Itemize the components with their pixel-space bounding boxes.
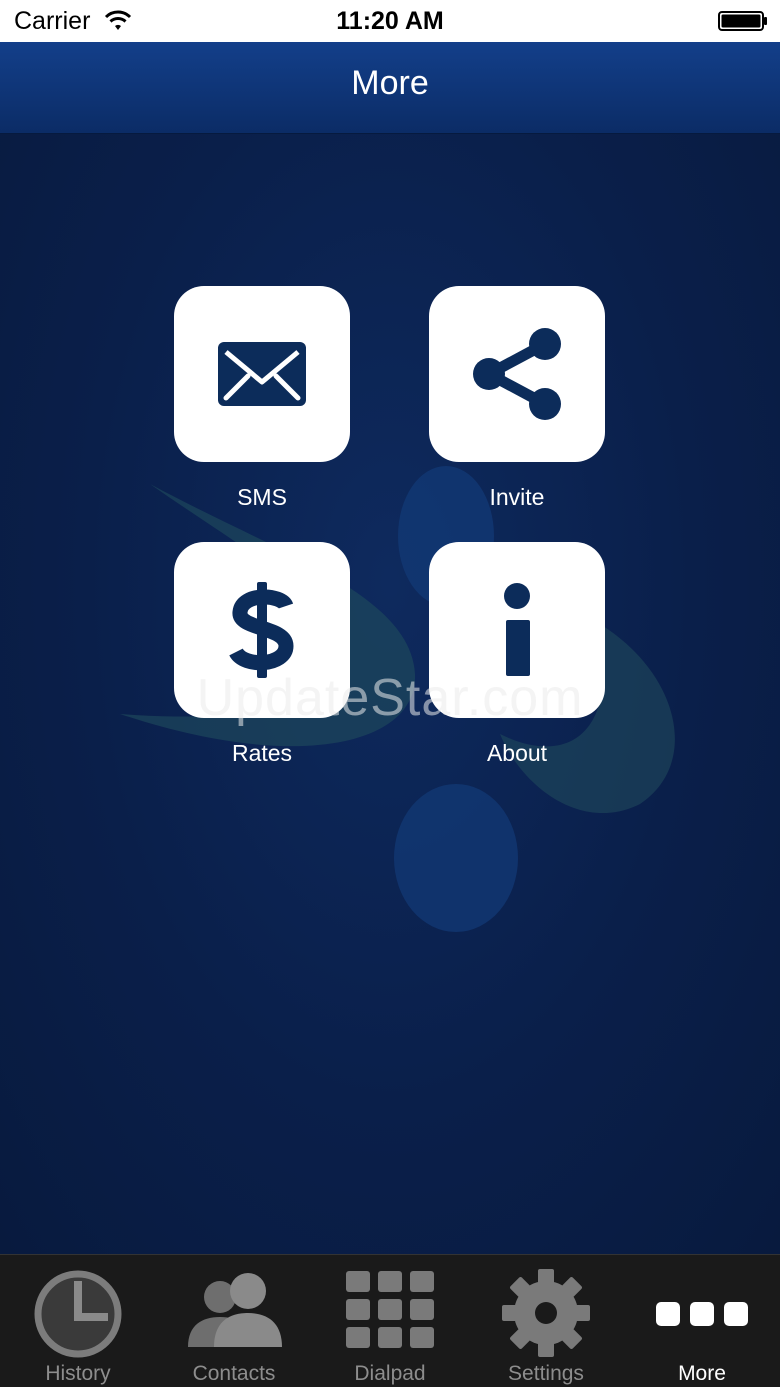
tab-settings[interactable]: Settings: [468, 1255, 624, 1387]
navigation-bar: More: [0, 42, 780, 134]
tab-history-label: History: [45, 1362, 111, 1385]
share-icon: [473, 328, 561, 420]
invite-label: Invite: [489, 484, 545, 510]
envelope-icon: [218, 342, 306, 406]
tab-history[interactable]: History: [0, 1255, 156, 1387]
status-bar: Carrier 11:20 AM: [0, 0, 780, 42]
dialpad-icon: [346, 1271, 434, 1348]
tab-contacts-label: Contacts: [192, 1362, 276, 1385]
app-screen: Carrier 11:20 AM More SMS Invite Rates A…: [0, 0, 780, 1387]
invite-tile[interactable]: [429, 286, 605, 462]
battery-icon: [718, 11, 767, 31]
status-time: 11:20 AM: [336, 7, 444, 35]
tab-more-label: More: [678, 1362, 726, 1385]
sms-tile[interactable]: [174, 286, 350, 462]
tab-dialpad[interactable]: Dialpad: [312, 1255, 468, 1387]
more-menu-content: SMS Invite Rates About UpdateStar.com: [0, 134, 780, 1254]
page-title: More: [351, 64, 429, 102]
clock-icon: [34, 1270, 122, 1358]
watermark-text: UpdateStar.com: [196, 669, 584, 727]
about-label: About: [486, 740, 548, 766]
tab-dialpad-label: Dialpad: [354, 1362, 426, 1385]
gear-icon: [502, 1269, 590, 1357]
more-dots-icon: [656, 1302, 748, 1326]
sms-label: SMS: [237, 484, 287, 510]
tab-settings-label: Settings: [508, 1362, 584, 1385]
contacts-icon: [188, 1273, 282, 1347]
tab-more[interactable]: More: [624, 1255, 780, 1387]
rates-label: Rates: [231, 740, 293, 766]
tab-contacts[interactable]: Contacts: [156, 1255, 312, 1387]
tab-bar: History Contacts Dialpad Settings More: [0, 1254, 780, 1387]
